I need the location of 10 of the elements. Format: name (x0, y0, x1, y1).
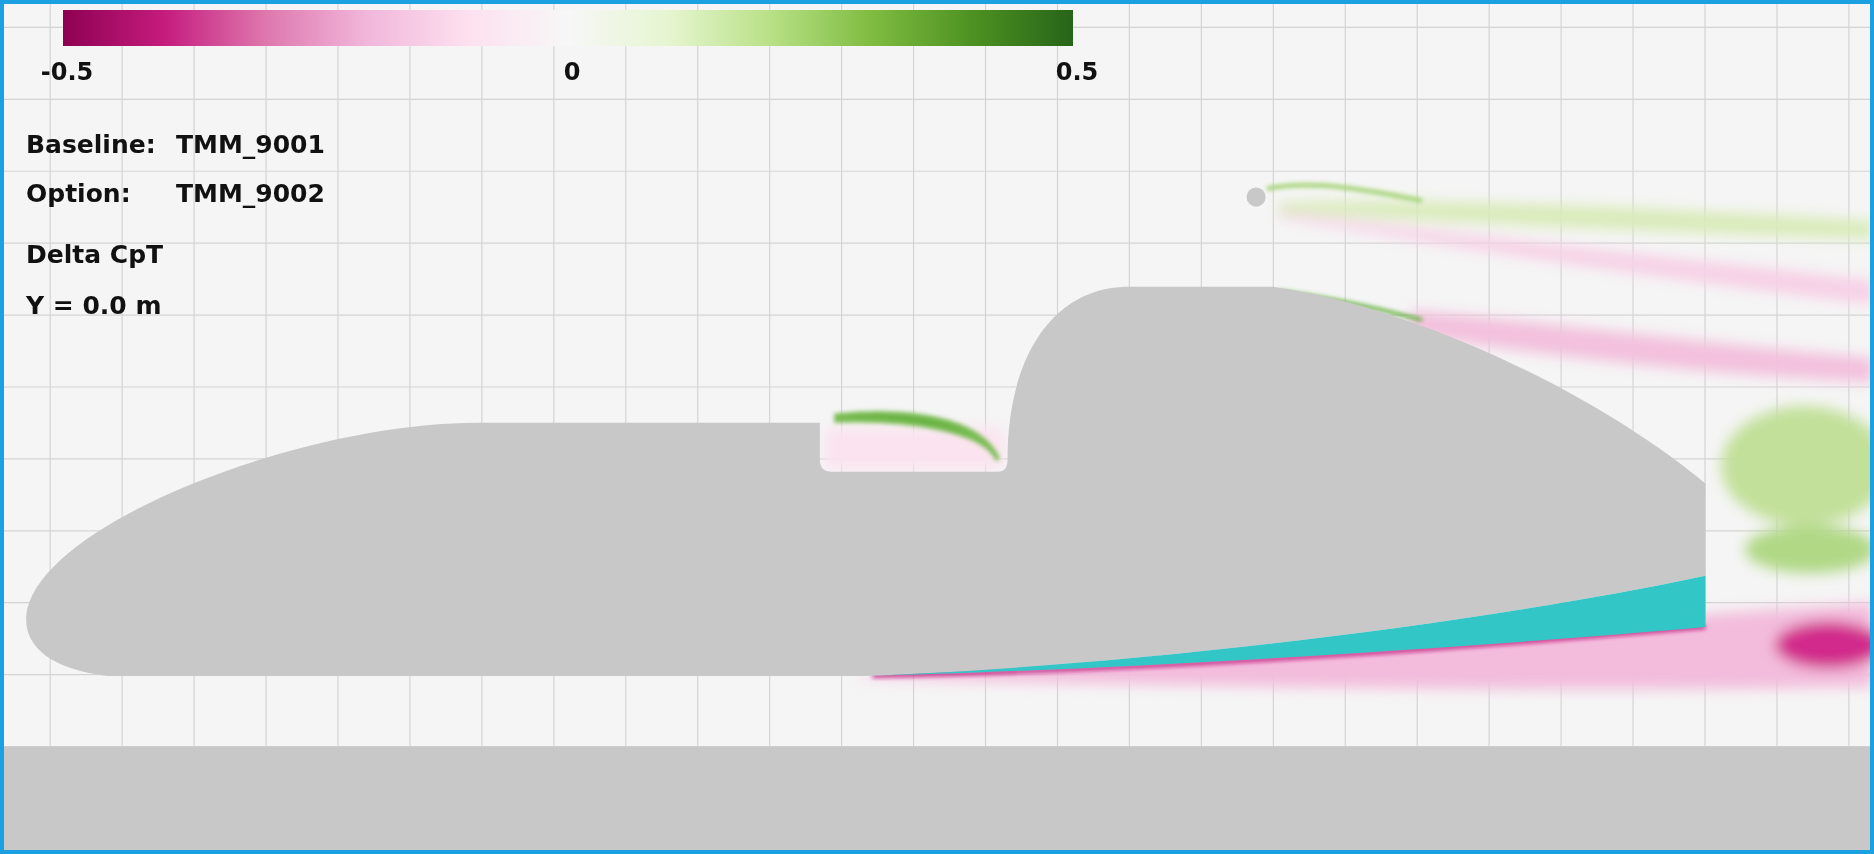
marker-dot (1246, 187, 1266, 207)
info-text: Delta CpT (26, 240, 164, 269)
colorbar-mid-label: 0 (563, 58, 581, 86)
info-text: Y = 0.0 m (26, 291, 162, 320)
info-label: Baseline: (26, 130, 157, 159)
info-label: Option: (26, 179, 132, 208)
info-value: TMM_9001 (176, 130, 325, 159)
colorbar-min-label: -0.5 (40, 58, 94, 86)
colorbar-max-label: 0.5 (1055, 58, 1099, 86)
info-value: TMM_9002 (176, 179, 325, 208)
